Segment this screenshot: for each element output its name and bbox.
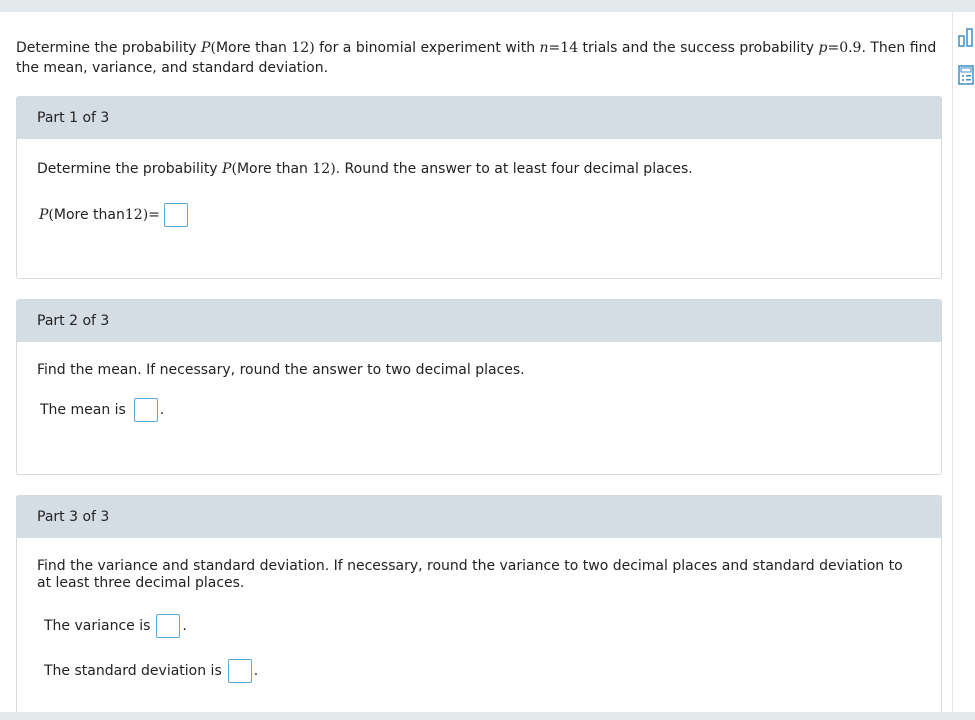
variance-label: The variance is bbox=[44, 618, 151, 634]
equals-sign-2: = bbox=[827, 40, 840, 56]
sd-answer-line: The standard deviation is . bbox=[44, 659, 258, 683]
part-1-header: Part 1 of 3 bbox=[17, 97, 941, 139]
part-2-card: Part 2 of 3 Find the mean. If necessary,… bbox=[16, 299, 942, 475]
n-symbol: n bbox=[539, 40, 549, 56]
part-2-instruction: Find the mean. If necessary, round the a… bbox=[37, 362, 525, 378]
question-middle2: trials and the success probability bbox=[578, 40, 819, 56]
n-value: 14 bbox=[560, 40, 579, 56]
top-bar bbox=[0, 0, 975, 12]
question-prefix: Determine the probability bbox=[16, 40, 202, 56]
equals-sign: = bbox=[148, 207, 160, 223]
period: . bbox=[159, 402, 165, 418]
part-1-card: Part 1 of 3 Determine the probability P(… bbox=[16, 96, 942, 279]
part-1-instruction: Determine the probability P(More than 12… bbox=[37, 161, 917, 178]
answer-label-text: More than bbox=[53, 207, 125, 223]
event-text: More than bbox=[236, 161, 313, 177]
side-toolbar bbox=[952, 12, 975, 712]
event-number: 12 bbox=[291, 40, 310, 56]
part-3-instruction: Find the variance and standard deviation… bbox=[37, 558, 903, 591]
answer-label-number: 12 bbox=[124, 207, 143, 223]
mean-answer-input[interactable] bbox=[133, 398, 158, 422]
part-3-header: Part 3 of 3 bbox=[17, 496, 941, 538]
instruction-suffix: . Round the answer to at least four deci… bbox=[335, 161, 693, 177]
event-text: More than bbox=[215, 40, 292, 56]
variance-answer-input[interactable] bbox=[156, 614, 181, 638]
period: . bbox=[182, 618, 187, 634]
p-symbol: P bbox=[39, 207, 49, 223]
variance-answer-line: The variance is . bbox=[44, 614, 187, 638]
part-2-answer-line: The mean is . bbox=[40, 398, 164, 422]
equals-sign: = bbox=[548, 40, 561, 56]
part-3-card: Part 3 of 3 Find the variance and standa… bbox=[16, 495, 942, 720]
p-value: 0.9 bbox=[839, 40, 862, 56]
question-text: Determine the probability P(More than 12… bbox=[16, 38, 941, 78]
question-middle: for a binomial experiment with bbox=[314, 40, 540, 56]
part-2-header: Part 2 of 3 bbox=[17, 300, 941, 342]
instruction-prefix: Determine the probability bbox=[37, 161, 223, 177]
sd-label: The standard deviation is bbox=[44, 663, 222, 679]
event-number: 12 bbox=[312, 161, 331, 177]
mean-label: The mean is bbox=[40, 402, 126, 418]
calculator-icon[interactable] bbox=[957, 64, 975, 88]
sd-answer-input[interactable] bbox=[227, 659, 252, 683]
bottom-bar bbox=[0, 712, 975, 720]
probability-answer-input[interactable] bbox=[163, 203, 188, 227]
bar-chart-icon[interactable] bbox=[957, 26, 975, 50]
period: . bbox=[253, 663, 259, 679]
part-1-answer-line: P(More than 12) = bbox=[39, 203, 188, 227]
